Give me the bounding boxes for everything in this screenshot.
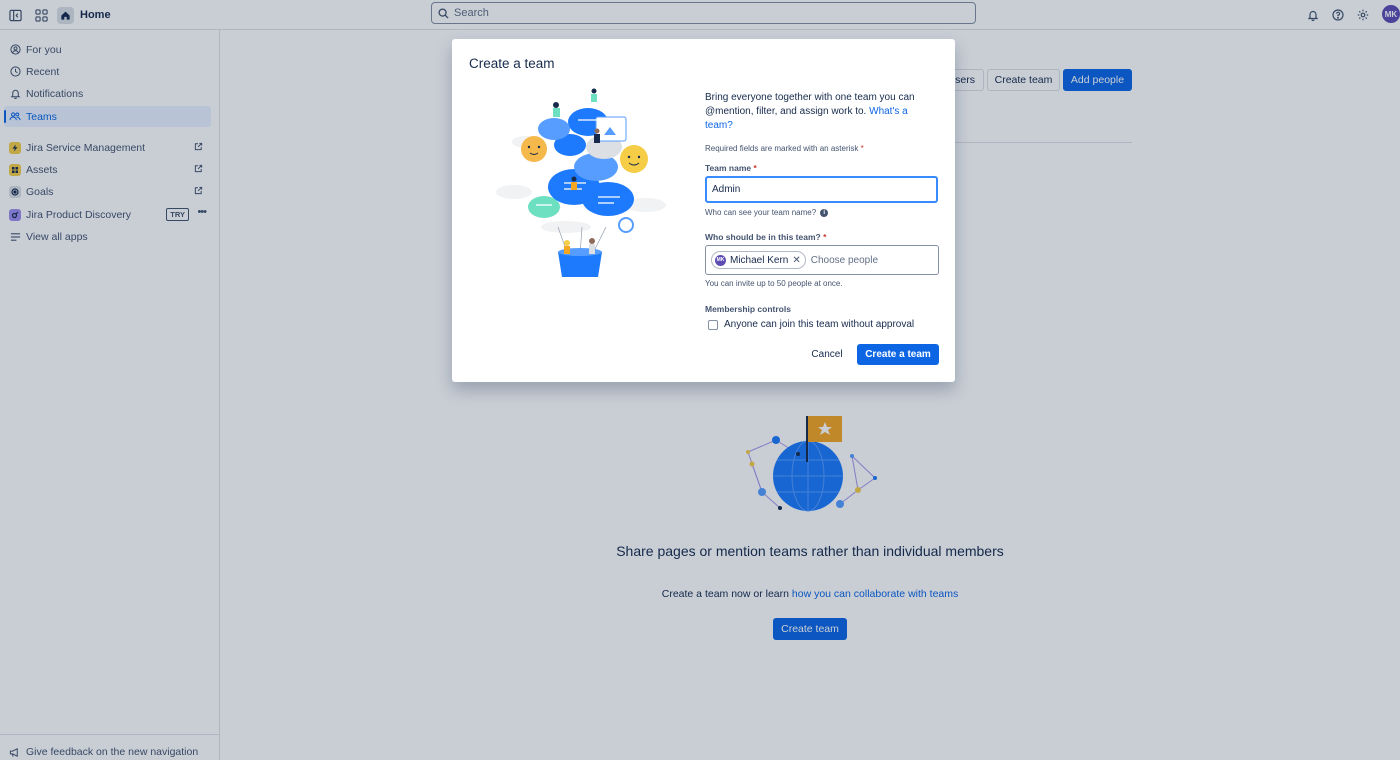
- members-helper: You can invite up to 50 people at once.: [705, 279, 843, 288]
- member-chip-label: Michael Kern: [730, 254, 789, 266]
- people-picker-input[interactable]: MK Michael Kern ✕ Choose people: [705, 245, 939, 275]
- info-icon[interactable]: i: [820, 208, 829, 217]
- member-chip: MK Michael Kern ✕: [711, 251, 806, 269]
- open-membership-checkbox[interactable]: [708, 319, 718, 330]
- team-name-label: Team name *: [705, 163, 757, 173]
- team-name-helper: Who can see your team name? i: [705, 208, 829, 217]
- open-membership-option: Anyone can join this team without approv…: [708, 319, 914, 330]
- people-picker-placeholder: Choose people: [810, 254, 879, 266]
- team-name-input[interactable]: [705, 176, 938, 203]
- avatar: MK: [715, 254, 726, 266]
- teams-balloon-illustration: [496, 88, 666, 277]
- create-team-modal: Create a team Bring everyone together wi…: [452, 39, 955, 382]
- members-label: Who should be in this team? *: [705, 232, 827, 242]
- modal-intro: Bring everyone together with one team yo…: [705, 91, 937, 133]
- modal-title: Create a team: [469, 56, 555, 71]
- close-icon[interactable]: ✕: [792, 255, 800, 266]
- required-note: Required fields are marked with an aster…: [705, 144, 864, 153]
- checkbox-label: Anyone can join this team without approv…: [724, 319, 915, 330]
- members-label-text: Who should be in this team?: [705, 232, 821, 242]
- team-name-label-text: Team name: [705, 163, 752, 173]
- team-name-helper-text: Who can see your team name?: [705, 208, 817, 217]
- create-a-team-button[interactable]: Create a team: [857, 344, 939, 365]
- membership-controls-label: Membership controls: [705, 304, 791, 314]
- required-note-text: Required fields are marked with an aster…: [705, 144, 859, 153]
- cancel-button[interactable]: Cancel: [806, 344, 848, 365]
